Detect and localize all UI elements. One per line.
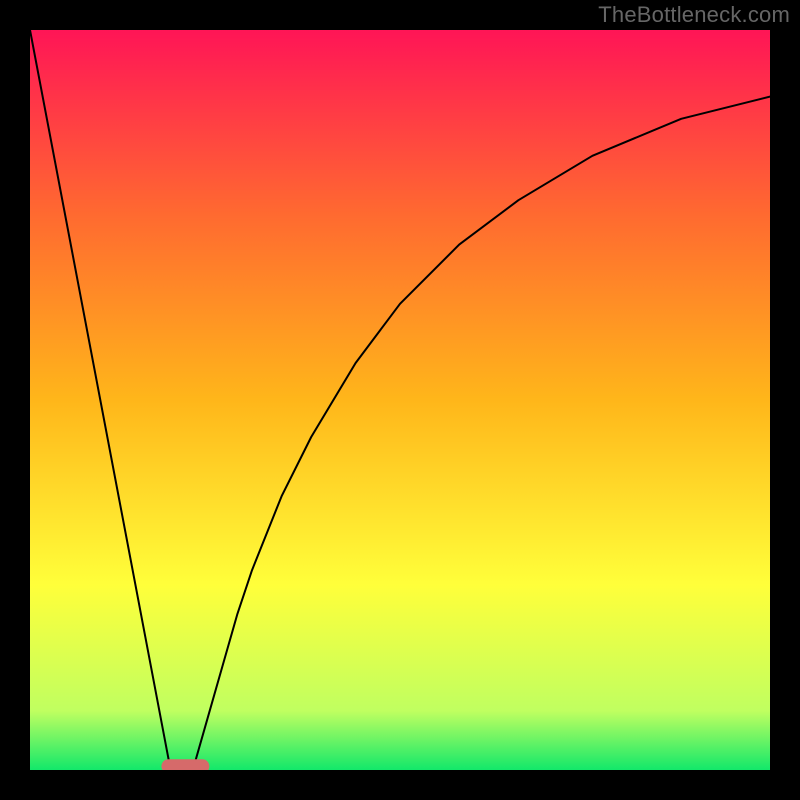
bottom-marker bbox=[161, 759, 209, 770]
chart-frame: TheBottleneck.com bbox=[0, 0, 800, 800]
plot-area bbox=[30, 30, 770, 770]
gradient-background bbox=[30, 30, 770, 770]
watermark-text: TheBottleneck.com bbox=[598, 2, 790, 28]
chart-svg bbox=[30, 30, 770, 770]
